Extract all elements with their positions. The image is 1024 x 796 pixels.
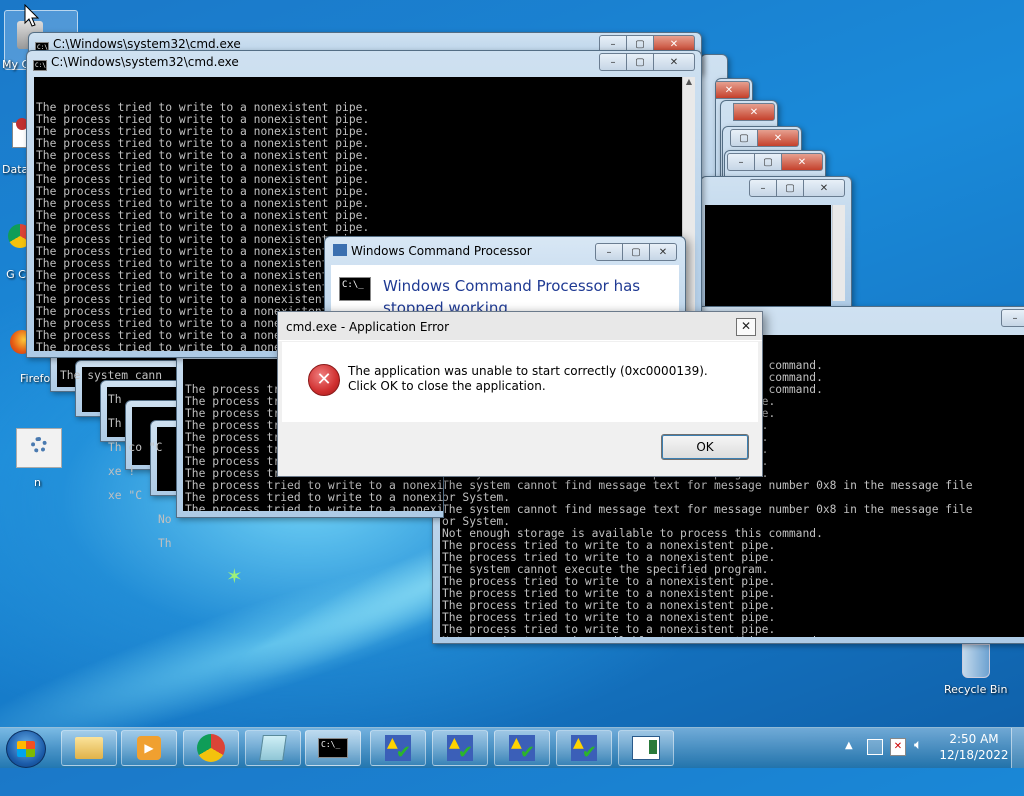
- minimize-icon[interactable]: –: [1001, 309, 1024, 327]
- console-line: Not enough storage is available to proce…: [442, 636, 1024, 638]
- taskbar-media-player-button[interactable]: ▶: [121, 730, 177, 766]
- left-stack-console-text: The system cann Th Th Th co "C xe ! xe "…: [60, 358, 180, 562]
- start-button[interactable]: [6, 730, 46, 768]
- maximize-icon[interactable]: ▢: [777, 179, 804, 197]
- warning-check-icon: ▲ ✔: [509, 735, 535, 763]
- folder-icon: [75, 737, 103, 759]
- console-line: xe !: [108, 465, 136, 478]
- network-icon[interactable]: [867, 739, 883, 755]
- scrollbar[interactable]: [832, 205, 845, 301]
- window-app-icon: [632, 736, 660, 760]
- dialog-title: Windows Command Processor: [333, 244, 532, 258]
- ok-button[interactable]: OK: [661, 434, 749, 460]
- notepad-icon: [259, 735, 287, 761]
- minimize-icon[interactable]: –: [727, 153, 755, 171]
- taskbar-chrome-button[interactable]: [183, 730, 239, 766]
- desktop-icon-label: Recycle Bin: [944, 683, 1008, 696]
- maximize-icon[interactable]: ▢: [627, 53, 654, 71]
- dialog-title: cmd.exe - Application Error: [286, 320, 450, 334]
- taskbar-cmd-button[interactable]: C:\_: [305, 730, 361, 766]
- warning-check-icon: ▲ ✔: [447, 735, 473, 763]
- desktop-icon-label: Data: [2, 163, 29, 176]
- console-line: The system cannot find message text for …: [442, 479, 973, 492]
- taskbar-app-button[interactable]: ▲ ✔: [432, 730, 488, 766]
- minimize-icon[interactable]: –: [599, 53, 627, 71]
- clock-date[interactable]: 12/18/2022: [938, 748, 1010, 762]
- close-icon[interactable]: ✕: [736, 318, 756, 336]
- show-desktop-button[interactable]: [1011, 728, 1024, 768]
- console-line: The process tried to write to a nonexist…: [185, 503, 443, 512]
- media-player-icon: ▶: [137, 736, 161, 760]
- desktop-icon-label: G C: [6, 268, 26, 281]
- console-line: Th: [158, 537, 172, 550]
- scroll-up-icon[interactable]: ▲: [683, 77, 695, 89]
- error-icon: ✕: [308, 364, 340, 396]
- clock-time[interactable]: 2:50 AM: [944, 732, 1004, 746]
- maximize-icon[interactable]: ▢: [623, 243, 650, 261]
- wallpaper-logo-sparkle: ✶: [226, 564, 243, 588]
- desktop-icon-label: Firefo: [20, 372, 51, 385]
- window-title: C:\ C:\Windows\system32\cmd.exe: [33, 55, 239, 71]
- console-line: No: [158, 513, 172, 526]
- taskbar-window-button[interactable]: [618, 730, 674, 766]
- cmd-icon: C:\_: [318, 738, 348, 758]
- console-line: The system cann: [60, 369, 163, 382]
- console-line: Th: [108, 417, 122, 430]
- taskbar-explorer-button[interactable]: [61, 730, 117, 766]
- maximize-icon[interactable]: ▢: [755, 153, 782, 171]
- wcp-heading-icon: C:\_: [339, 277, 371, 301]
- close-icon[interactable]: ✕: [654, 53, 695, 71]
- taskbar-app-button[interactable]: ▲ ✔: [370, 730, 426, 766]
- error-message: The application was unable to start corr…: [348, 364, 708, 393]
- close-icon[interactable]: ✕: [650, 243, 677, 261]
- windows-logo-icon: [17, 741, 35, 757]
- chrome-icon: [197, 734, 225, 762]
- volume-icon[interactable]: 🔈︎: [914, 737, 922, 753]
- recycle-bin-icon[interactable]: [958, 642, 992, 678]
- maximize-icon[interactable]: ▢: [730, 129, 758, 147]
- close-icon[interactable]: ✕: [782, 153, 823, 171]
- taskbar-notepad-button[interactable]: [245, 730, 301, 766]
- application-error-dialog[interactable]: cmd.exe - Application Error ✕ ✕ The appl…: [277, 311, 763, 477]
- wcp-app-icon: [333, 244, 347, 256]
- tray-overflow-icon[interactable]: ▲: [845, 740, 853, 751]
- close-icon[interactable]: ✕: [716, 81, 750, 99]
- close-icon[interactable]: ✕: [804, 179, 845, 197]
- action-center-icon[interactable]: ✕: [890, 738, 906, 756]
- warning-check-icon: ▲ ✔: [385, 735, 411, 763]
- desktop-icon-label: n: [34, 476, 41, 489]
- cmd-window-stacked[interactable]: – ▢ ✕: [700, 176, 852, 308]
- console-line: xe "C: [108, 489, 143, 502]
- settings-file-icon[interactable]: [16, 428, 62, 468]
- close-icon[interactable]: ✕: [758, 129, 799, 147]
- close-icon[interactable]: ✕: [733, 103, 775, 121]
- minimize-icon[interactable]: –: [595, 243, 623, 261]
- console-line: The system cannot find message text for …: [442, 503, 973, 516]
- taskbar: ▶ C:\_ ▲ ✔ ▲ ✔ ▲ ✔ ▲ ✔ ▲ ✕ 🔈︎ 2:50 AM 12/18/…: [0, 727, 1024, 768]
- cmd-app-icon: C:\: [33, 60, 47, 71]
- console-line: Th co "C: [108, 441, 163, 454]
- warning-check-icon: ▲ ✔: [571, 735, 597, 763]
- taskbar-app-button[interactable]: ▲ ✔: [494, 730, 550, 766]
- console-line: Th: [108, 393, 122, 406]
- mouse-cursor-icon: [24, 4, 40, 27]
- taskbar-app-button[interactable]: ▲ ✔: [556, 730, 612, 766]
- minimize-icon[interactable]: –: [749, 179, 777, 197]
